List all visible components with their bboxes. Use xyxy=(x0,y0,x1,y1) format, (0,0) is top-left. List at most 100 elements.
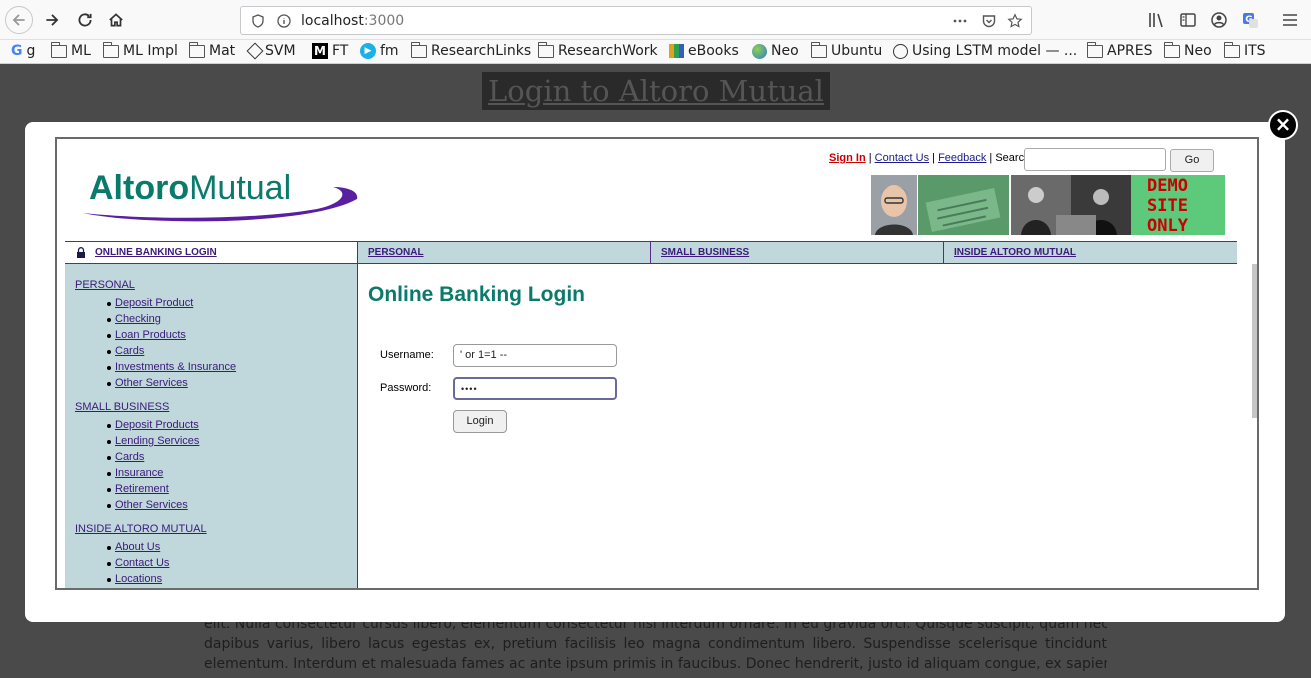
sidebar-item-locations[interactable]: Locations xyxy=(107,573,162,585)
demo-site-only-badge: DEMO SITE ONLY xyxy=(1131,175,1225,236)
translate-icon[interactable]: G xyxy=(1240,10,1260,30)
bookmark-ml-impl[interactable]: ML Impl xyxy=(102,41,178,59)
sidebar-item-insurance[interactable]: Insurance xyxy=(107,467,163,479)
nav-online-banking[interactable]: ONLINE BANKING LOGIN xyxy=(65,242,357,263)
sidebar-item-label[interactable]: Retirement xyxy=(115,483,169,495)
nav-online-banking-link[interactable]: ONLINE BANKING LOGIN xyxy=(95,247,217,258)
username-field[interactable]: ' or 1=1 -- xyxy=(453,344,617,367)
sidebar-item-contact-us[interactable]: Contact Us xyxy=(107,557,169,569)
iframe-scrollbar[interactable] xyxy=(1252,264,1257,418)
bookmark-lstm[interactable]: Using LSTM model — ... xyxy=(893,43,1077,59)
more-actions-icon[interactable] xyxy=(952,13,968,29)
paragraph-line: dapibus varius, libero lacus egestas ex,… xyxy=(204,636,1107,652)
page-title: Online Banking Login xyxy=(368,283,585,306)
sidebar-item-label[interactable]: Deposit Product xyxy=(115,297,193,309)
home-button[interactable] xyxy=(102,6,130,34)
account-icon[interactable] xyxy=(1209,10,1229,30)
pocket-icon[interactable] xyxy=(981,13,997,29)
nav-personal-link[interactable]: PERSONAL xyxy=(368,247,424,258)
folder-icon xyxy=(1223,41,1240,58)
bookmark-apres[interactable]: APRES xyxy=(1086,41,1152,59)
bookmark-label: ML xyxy=(71,43,91,59)
info-icon[interactable] xyxy=(276,13,292,29)
password-field[interactable]: •••• xyxy=(453,377,617,400)
reload-button[interactable] xyxy=(71,6,99,34)
sidebar-item-retirement[interactable]: Retirement xyxy=(107,483,169,495)
nav-personal[interactable]: PERSONAL xyxy=(358,242,650,263)
forward-button[interactable] xyxy=(38,6,66,34)
sidebar-item-label[interactable]: Cards xyxy=(115,345,144,357)
sidebar-item-label[interactable]: Other Services xyxy=(115,377,188,389)
bullet xyxy=(107,562,111,566)
sidebar-item-about-us[interactable]: About Us xyxy=(107,541,160,553)
url-text: localhost:3000 xyxy=(301,13,404,29)
url-bar[interactable]: localhost:3000 xyxy=(240,6,1032,35)
sidebar-item-label[interactable]: Other Services xyxy=(115,499,188,511)
sidebar-item-investments[interactable]: Investments & Insurance xyxy=(107,361,236,373)
library-icon[interactable] xyxy=(1147,10,1167,30)
go-button[interactable]: Go xyxy=(1170,149,1214,172)
sidebar-item-label[interactable]: Lending Services xyxy=(115,435,199,447)
sign-in-link[interactable]: Sign In xyxy=(829,152,866,164)
sidebar-item-cards[interactable]: Cards xyxy=(107,345,144,357)
sidebar-item-loan-products[interactable]: Loan Products xyxy=(107,329,186,341)
bookmark-ml[interactable]: ML xyxy=(50,41,91,59)
nav-inside-altoro-link[interactable]: INSIDE ALTORO MUTUAL xyxy=(954,247,1076,258)
star-icon[interactable] xyxy=(1007,13,1023,29)
folder-icon xyxy=(50,41,67,58)
close-modal-button[interactable]: × xyxy=(1268,110,1298,140)
sidebar-item-label[interactable]: Locations xyxy=(115,573,162,585)
bookmark-neo-2[interactable]: Neo xyxy=(1163,41,1212,59)
sidebar-item-label[interactable]: Contact Us xyxy=(115,557,169,569)
sidebar-item-label[interactable]: Investments & Insurance xyxy=(115,361,236,373)
sidebar-item-other-services[interactable]: Other Services xyxy=(107,499,188,511)
url-port: :3000 xyxy=(363,13,405,29)
bookmark-researchwork[interactable]: ResearchWork xyxy=(537,41,658,59)
feedback-link[interactable]: Feedback xyxy=(938,152,986,164)
bullet xyxy=(107,504,111,508)
folder-icon xyxy=(188,41,205,58)
bookmark-neo-1[interactable]: Neo xyxy=(752,43,799,59)
bookmark-researchlinks[interactable]: ResearchLinks xyxy=(410,41,531,59)
demo-line: DEMO xyxy=(1147,176,1188,196)
close-icon: × xyxy=(1274,112,1292,136)
bookmark-ubuntu[interactable]: Ubuntu xyxy=(810,41,882,59)
bullet xyxy=(107,488,111,492)
shield-icon[interactable] xyxy=(250,13,266,29)
contact-us-link[interactable]: Contact Us xyxy=(875,152,929,164)
bookmark-g[interactable]: G g xyxy=(11,43,35,59)
sidebar-item-label[interactable]: About Us xyxy=(115,541,160,553)
sidebar-heading-personal[interactable]: PERSONAL xyxy=(75,279,135,291)
arrow-left-icon xyxy=(12,14,25,26)
login-button[interactable]: Login xyxy=(453,410,507,433)
sidebar-item-label[interactable]: Cards xyxy=(115,451,144,463)
sidebar-item-other-services[interactable]: Other Services xyxy=(107,377,188,389)
bullet xyxy=(107,578,111,582)
nav-small-business[interactable]: SMALL BUSINESS xyxy=(651,242,943,263)
sidebar-item-deposit-products[interactable]: Deposit Products xyxy=(107,419,199,431)
sidebar-item-label[interactable]: Insurance xyxy=(115,467,163,479)
menu-icon[interactable] xyxy=(1280,10,1300,30)
nav-small-business-link[interactable]: SMALL BUSINESS xyxy=(661,247,749,258)
bookmark-ft[interactable]: M FT xyxy=(312,43,348,59)
bookmark-its[interactable]: ITS xyxy=(1223,41,1266,59)
nav-inside-altoro[interactable]: INSIDE ALTORO MUTUAL xyxy=(944,242,1237,263)
sidebar-heading-small-business[interactable]: SMALL BUSINESS xyxy=(75,401,169,413)
sidebar-item-label[interactable]: Deposit Products xyxy=(115,419,199,431)
sidebar-heading-inside-altoro[interactable]: INSIDE ALTORO MUTUAL xyxy=(75,523,207,535)
sidebar-item-lending-services[interactable]: Lending Services xyxy=(107,435,199,447)
bullet xyxy=(107,456,111,460)
sidebar-item-cards[interactable]: Cards xyxy=(107,451,144,463)
bookmark-svm[interactable]: SVM xyxy=(246,42,296,60)
bookmark-fm[interactable]: ▶ fm xyxy=(360,43,399,59)
sidebar-item-checking[interactable]: Checking xyxy=(107,313,161,325)
bookmark-mat[interactable]: Mat xyxy=(188,41,235,59)
ebooks-icon xyxy=(669,44,684,58)
sidebar-item-label[interactable]: Checking xyxy=(115,313,161,325)
bookmark-ebooks[interactable]: eBooks xyxy=(669,43,739,59)
search-input[interactable] xyxy=(1024,148,1166,171)
sidebar-item-label[interactable]: Loan Products xyxy=(115,329,186,341)
sidebar-item-deposit-product[interactable]: Deposit Product xyxy=(107,297,193,309)
back-button[interactable] xyxy=(5,6,33,34)
sidebar-toggle-icon[interactable] xyxy=(1178,10,1198,30)
